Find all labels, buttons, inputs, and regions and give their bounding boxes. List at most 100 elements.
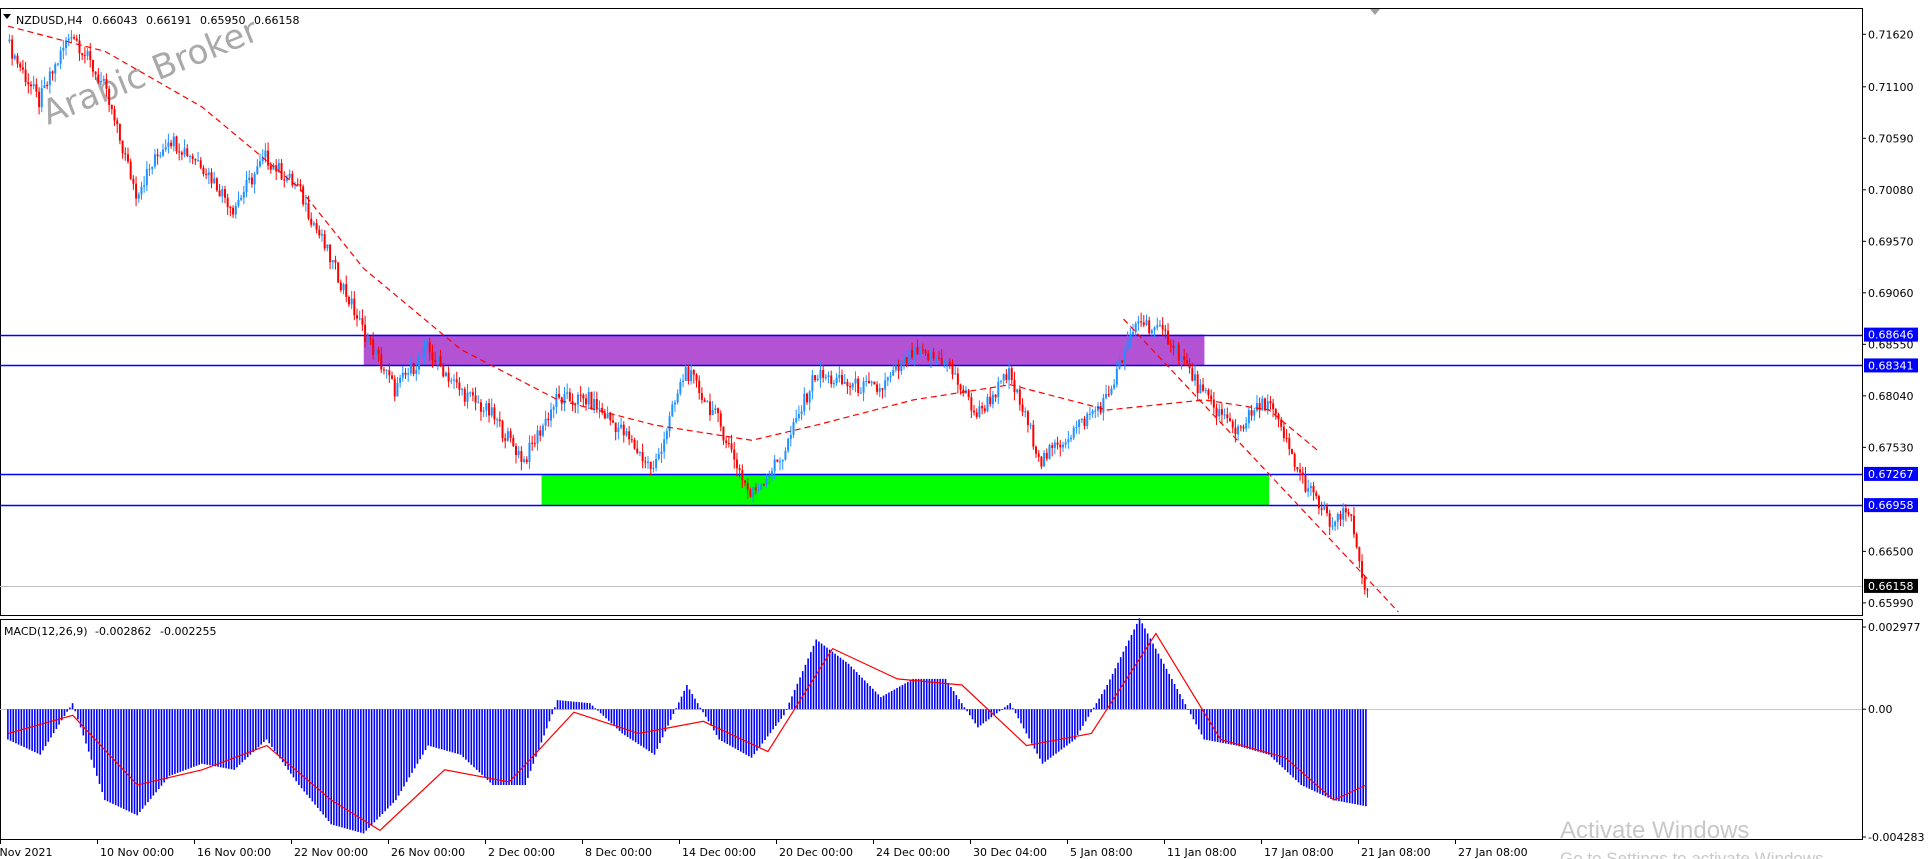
candle-body <box>1137 321 1140 324</box>
macd-bar <box>966 709 968 712</box>
candle-body <box>461 389 464 391</box>
candle-body <box>827 375 830 377</box>
candle-body <box>625 431 628 436</box>
macd-bar <box>637 709 640 745</box>
candle-body <box>302 186 305 205</box>
candle-body <box>870 381 873 383</box>
macd-bar <box>831 651 834 710</box>
level-price-badge: 0.68341 <box>1864 358 1918 373</box>
macd-bar <box>1122 651 1125 710</box>
candle <box>215 177 218 193</box>
macd-bar <box>1249 709 1251 750</box>
macd-bar <box>1163 663 1165 710</box>
price-tick-label: 0.67530 <box>1868 441 1914 454</box>
candle-body <box>1247 410 1250 424</box>
candle-body <box>1237 426 1240 435</box>
macd-bar <box>1268 709 1270 755</box>
candle-body <box>1296 466 1299 470</box>
candle-body <box>331 260 334 263</box>
candle-body <box>1250 410 1253 416</box>
macd-bar <box>486 709 489 780</box>
macd-bar <box>160 709 163 786</box>
macd-bar <box>446 709 448 751</box>
candle-body <box>1180 356 1183 361</box>
time-tick-label: 22 Nov 00:00 <box>294 846 368 859</box>
candle-body <box>234 205 237 215</box>
candle-body <box>851 383 854 388</box>
price-tick-label: 0.70590 <box>1868 132 1914 145</box>
candle-body <box>1239 426 1242 428</box>
macd-bar <box>271 709 273 748</box>
macd-bar <box>17 709 20 745</box>
trading-chart[interactable]: Arabic Broker 0.716200.711000.705900.700… <box>0 0 1928 859</box>
header-close: 0.66158 <box>254 14 300 27</box>
candle-body <box>1053 442 1056 448</box>
macd-bar <box>187 709 190 769</box>
candle-body <box>1261 398 1264 411</box>
macd-bar <box>31 709 33 751</box>
candle-body <box>43 85 46 89</box>
candle-body <box>614 422 617 433</box>
candle-body <box>1064 442 1067 445</box>
candle-body <box>1037 453 1040 457</box>
macd-bar <box>1087 709 1090 717</box>
candle-body <box>795 418 798 423</box>
macd-bar <box>1257 709 1259 752</box>
macd-bar <box>502 709 505 785</box>
macd-bar <box>416 709 419 764</box>
macd-bar <box>152 709 155 796</box>
macd-bar <box>713 709 715 731</box>
macd-bar <box>839 657 842 710</box>
time-tick-label: 10 Nov 00:00 <box>100 846 174 859</box>
macd-bar <box>473 709 475 768</box>
macd-bar <box>303 709 306 792</box>
candle-body <box>377 349 380 355</box>
candle-body <box>428 342 431 353</box>
candle-body <box>719 413 722 427</box>
candle-body <box>1352 515 1355 535</box>
candle-body <box>407 373 410 375</box>
macd-bar <box>378 709 381 817</box>
macd-bar <box>793 690 796 710</box>
candle-body <box>628 431 631 440</box>
candle-body <box>776 459 779 462</box>
candle-body <box>744 480 747 483</box>
support-zone[interactable] <box>541 473 1270 506</box>
candle <box>908 348 911 365</box>
candle-body <box>479 402 482 412</box>
candle-body <box>552 407 555 410</box>
macd-bar <box>1149 638 1152 710</box>
macd-bar <box>912 678 915 710</box>
candle-body <box>83 55 86 57</box>
candle-body <box>919 349 922 355</box>
macd-bar <box>168 709 171 776</box>
macd-bar <box>847 663 850 710</box>
macd-bar <box>316 709 319 808</box>
macd-bar <box>63 709 66 717</box>
macd-bar <box>1254 709 1257 751</box>
macd-bar <box>869 685 871 710</box>
macd-bar <box>680 696 683 710</box>
macd-bar <box>702 709 704 713</box>
header-open: 0.66043 <box>92 14 138 27</box>
candle-body <box>256 166 259 174</box>
candle-body <box>1328 513 1331 527</box>
candle-body <box>733 449 736 460</box>
macd-bar <box>419 709 421 760</box>
candle-body <box>337 262 340 283</box>
macd-bar <box>1198 709 1200 730</box>
time-tick-label: 11 Jan 08:00 <box>1167 846 1237 859</box>
macd-bar <box>605 709 607 719</box>
candle-body <box>911 350 914 358</box>
macd-bar <box>799 677 801 710</box>
macd-bar <box>872 688 874 710</box>
candle-body <box>797 413 800 419</box>
candle-body <box>1363 577 1366 590</box>
resistance-zone[interactable] <box>363 334 1205 366</box>
macd-bar <box>562 700 564 710</box>
macd-bar <box>381 709 384 815</box>
macd-bar <box>125 709 128 811</box>
candle-body <box>1158 324 1161 326</box>
candle-body <box>1350 514 1353 516</box>
macd-bar <box>34 709 36 753</box>
